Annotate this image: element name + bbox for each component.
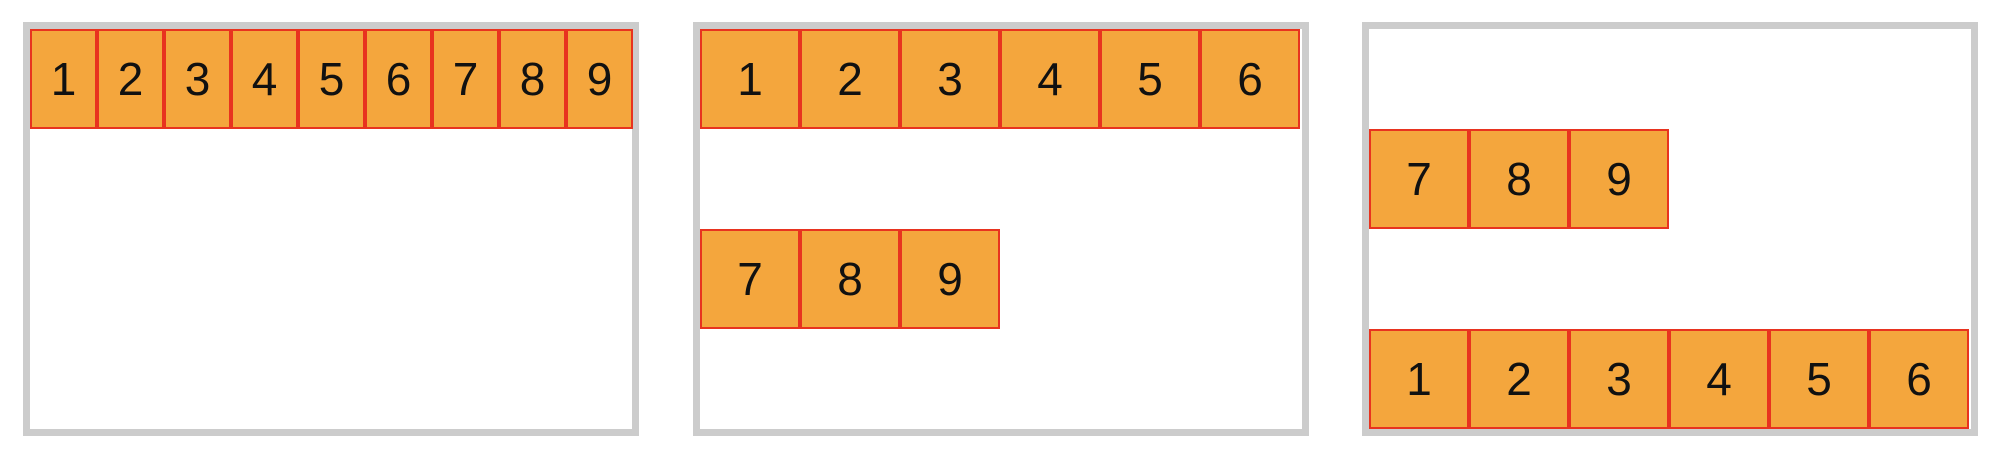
flex-item-9: 9: [900, 229, 1000, 329]
flex-item-7: 7: [432, 29, 499, 129]
flex-item-1: 1: [1369, 329, 1469, 429]
flex-item-7: 7: [700, 229, 800, 329]
flex-item-6: 6: [365, 29, 432, 129]
flex-item-2: 2: [1469, 329, 1569, 429]
flex-item-3: 3: [900, 29, 1000, 129]
flex-item-6: 6: [1200, 29, 1300, 129]
flex-item-5: 5: [298, 29, 365, 129]
flex-item-9: 9: [566, 29, 633, 129]
flex-item-7: 7: [1369, 129, 1469, 229]
flex-item-8: 8: [1469, 129, 1569, 229]
flex-item-4: 4: [1000, 29, 1100, 129]
flex-item-2: 2: [97, 29, 164, 129]
flex-container-wrap: 123456 789: [693, 22, 1309, 436]
flex-item-2: 2: [800, 29, 900, 129]
flex-item-4: 4: [231, 29, 298, 129]
flex-item-8: 8: [800, 229, 900, 329]
flex-item-4: 4: [1669, 329, 1769, 429]
flex-item-9: 9: [1569, 129, 1669, 229]
flex-item-1: 1: [700, 29, 800, 129]
flex-item-6: 6: [1869, 329, 1969, 429]
flex-item-5: 5: [1769, 329, 1869, 429]
flex-container-wrap-reverse: 789123456: [1362, 22, 1978, 436]
flex-item-5: 5: [1100, 29, 1200, 129]
flex-item-1: 1: [30, 29, 97, 129]
flex-item-3: 3: [1569, 329, 1669, 429]
flex-item-8: 8: [499, 29, 566, 129]
flex-container-nowrap: 123456789: [23, 22, 639, 436]
flex-item-3: 3: [164, 29, 231, 129]
